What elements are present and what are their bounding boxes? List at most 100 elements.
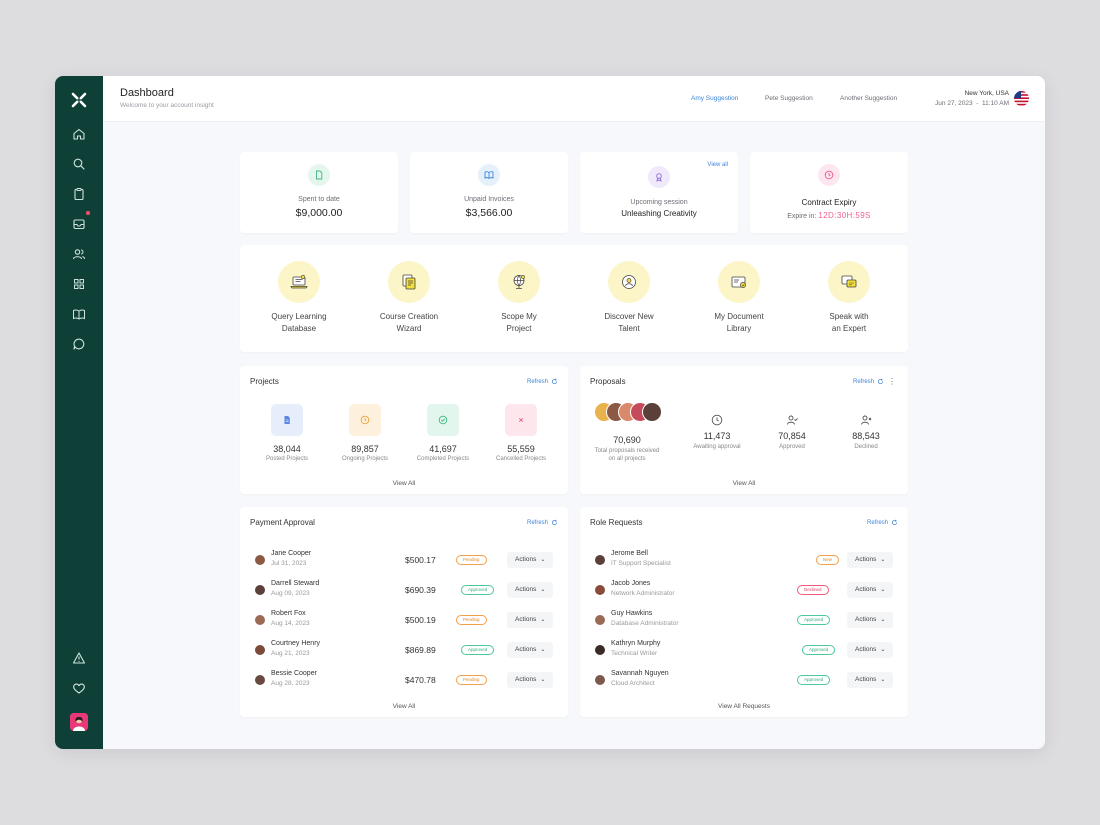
requester-name: Savannah Nguyen [611, 670, 669, 677]
approved-label: Approved [779, 444, 805, 450]
user-avatar[interactable] [70, 713, 88, 731]
heart-icon[interactable] [72, 681, 86, 695]
quick-action-query-learning[interactable]: Query Learning Database [249, 261, 349, 335]
chevron-down-icon: ⌄ [540, 587, 546, 593]
clock-icon [711, 414, 723, 426]
suggestion-another[interactable]: Another Suggestion [840, 95, 897, 102]
inbox-icon[interactable] [72, 217, 86, 231]
qa-label-6: Speak with [829, 312, 869, 321]
actions-dropdown[interactable]: Actions ⌄ [847, 672, 894, 688]
payment-amount: $500.19 [405, 615, 436, 625]
page-title: Dashboard [120, 87, 174, 99]
requester-name: Kathryn Murphy [611, 640, 661, 647]
role-refresh-button[interactable]: Refresh [867, 519, 898, 526]
ongoing-label: Ongoing Projects [341, 456, 389, 462]
chevron-down-icon: ⌄ [880, 617, 886, 623]
payment-view-all[interactable]: View All [240, 703, 568, 710]
qa-label-2b: Wizard [396, 324, 422, 333]
unpaid-value: $3,566.00 [465, 207, 513, 219]
refresh-icon [551, 378, 558, 385]
projects-refresh-button[interactable]: Refresh [527, 378, 558, 385]
session-label: Upcoming session [630, 199, 688, 206]
table-row: Darrell Steward Aug 09, 2023 $690.39 App… [250, 575, 558, 605]
chevron-down-icon: ⌄ [880, 557, 886, 563]
proposals-refresh-button[interactable]: Refresh [853, 378, 884, 385]
requested-role: Technical Writer [611, 650, 658, 657]
actions-label: Actions [515, 616, 537, 623]
actions-dropdown[interactable]: Actions ⌄ [507, 612, 554, 628]
actions-dropdown[interactable]: Actions ⌄ [847, 582, 894, 598]
users-icon[interactable] [72, 247, 86, 261]
payment-amount: $500.17 [405, 555, 436, 565]
logo-icon[interactable] [71, 92, 87, 108]
home-icon[interactable] [72, 127, 86, 141]
avatar [595, 675, 605, 685]
payment-refresh-label: Refresh [526, 519, 548, 526]
actions-dropdown[interactable]: Actions ⌄ [847, 642, 894, 658]
user-check-icon [786, 414, 798, 426]
search-icon[interactable] [72, 157, 86, 171]
table-row: Bessie Cooper Aug 28, 2023 $470.78 Pendi… [250, 665, 558, 695]
suggestion-amy[interactable]: Amy Suggestion [691, 95, 738, 102]
payment-amount: $690.39 [405, 585, 436, 595]
qa-label-3: Scope My [501, 312, 537, 321]
approved-proposals[interactable]: 70,854 Approved [757, 414, 827, 451]
avatar [595, 645, 605, 655]
time-text: 11:10 AM [982, 100, 1009, 107]
clipboard-icon[interactable] [72, 187, 86, 201]
suggestion-pete[interactable]: Pete Suggestion [765, 95, 813, 102]
actions-dropdown[interactable]: Actions ⌄ [847, 612, 894, 628]
payee-name: Courtney Henry [271, 640, 321, 647]
list-item: Guy Hawkins Database Administrator Appro… [590, 605, 898, 635]
chevron-down-icon: ⌄ [540, 617, 546, 623]
actions-dropdown[interactable]: Actions ⌄ [507, 672, 554, 688]
list-item: Kathryn Murphy Technical Writer Approved… [590, 635, 898, 665]
role-view-all-requests[interactable]: View All Requests [580, 703, 908, 710]
grid-icon[interactable] [72, 277, 86, 291]
cancelled-label: Cancelled Projects [495, 456, 547, 462]
quick-action-course-creation[interactable]: Course Creation Wizard [359, 261, 459, 335]
refresh-icon [877, 378, 884, 385]
projects-view-all[interactable]: View All [240, 480, 568, 487]
expiry-timer: 12D:30H:59S [818, 211, 871, 220]
requester-name: Jacob Jones [611, 580, 651, 587]
payment-date: Aug 14, 2023 [271, 620, 310, 627]
status-badge: Approved [797, 615, 831, 625]
notification-dot [86, 211, 90, 215]
declined-proposals[interactable]: 88,543 Declined [831, 414, 901, 451]
spent-value: $9,000.00 [295, 207, 343, 219]
posted-projects[interactable]: 38,044 Posted Projects [247, 404, 327, 462]
actions-label: Actions [855, 616, 877, 623]
ongoing-projects[interactable]: 89,857 Ongoing Projects [325, 404, 405, 462]
quick-action-scope-project[interactable]: Scope My Project [469, 261, 569, 335]
status-badge: Approved [461, 645, 495, 655]
refresh-icon [891, 519, 898, 526]
awaiting-approval[interactable]: 11,473 Awaiting approval [682, 414, 752, 451]
book-icon[interactable] [72, 307, 86, 321]
more-options-icon[interactable]: ⋮ [888, 377, 896, 386]
status-badge: Pending [456, 555, 487, 565]
actions-dropdown[interactable]: Actions ⌄ [847, 552, 894, 568]
avatar [595, 615, 605, 625]
completed-projects[interactable]: 41,697 Completed Projects [403, 404, 483, 462]
actions-dropdown[interactable]: Actions ⌄ [507, 642, 554, 658]
actions-label: Actions [855, 646, 877, 653]
avatar [642, 402, 662, 422]
actions-dropdown[interactable]: Actions ⌄ [507, 552, 554, 568]
chat-icon[interactable] [72, 337, 86, 351]
quick-action-discover-talent[interactable]: Discover New Talent [579, 261, 679, 335]
proposals-view-all[interactable]: View All [580, 480, 908, 487]
alert-icon[interactable] [72, 651, 86, 665]
payee-name: Robert Fox [271, 610, 306, 617]
payment-amount: $470.78 [405, 675, 436, 685]
quick-action-document-library[interactable]: My Document Library [689, 261, 789, 335]
quick-action-speak-expert[interactable]: Speak with an Expert [799, 261, 899, 335]
payment-refresh-button[interactable]: Refresh [527, 519, 558, 526]
globe-icon [498, 261, 540, 303]
session-view-all-link[interactable]: View all [707, 162, 728, 168]
us-flag-icon[interactable] [1014, 91, 1029, 106]
cancelled-projects[interactable]: 55,559 Cancelled Projects [481, 404, 561, 462]
actions-dropdown[interactable]: Actions ⌄ [507, 582, 554, 598]
total-proposals-value: 70,690 [613, 435, 641, 445]
laptop-icon [278, 261, 320, 303]
